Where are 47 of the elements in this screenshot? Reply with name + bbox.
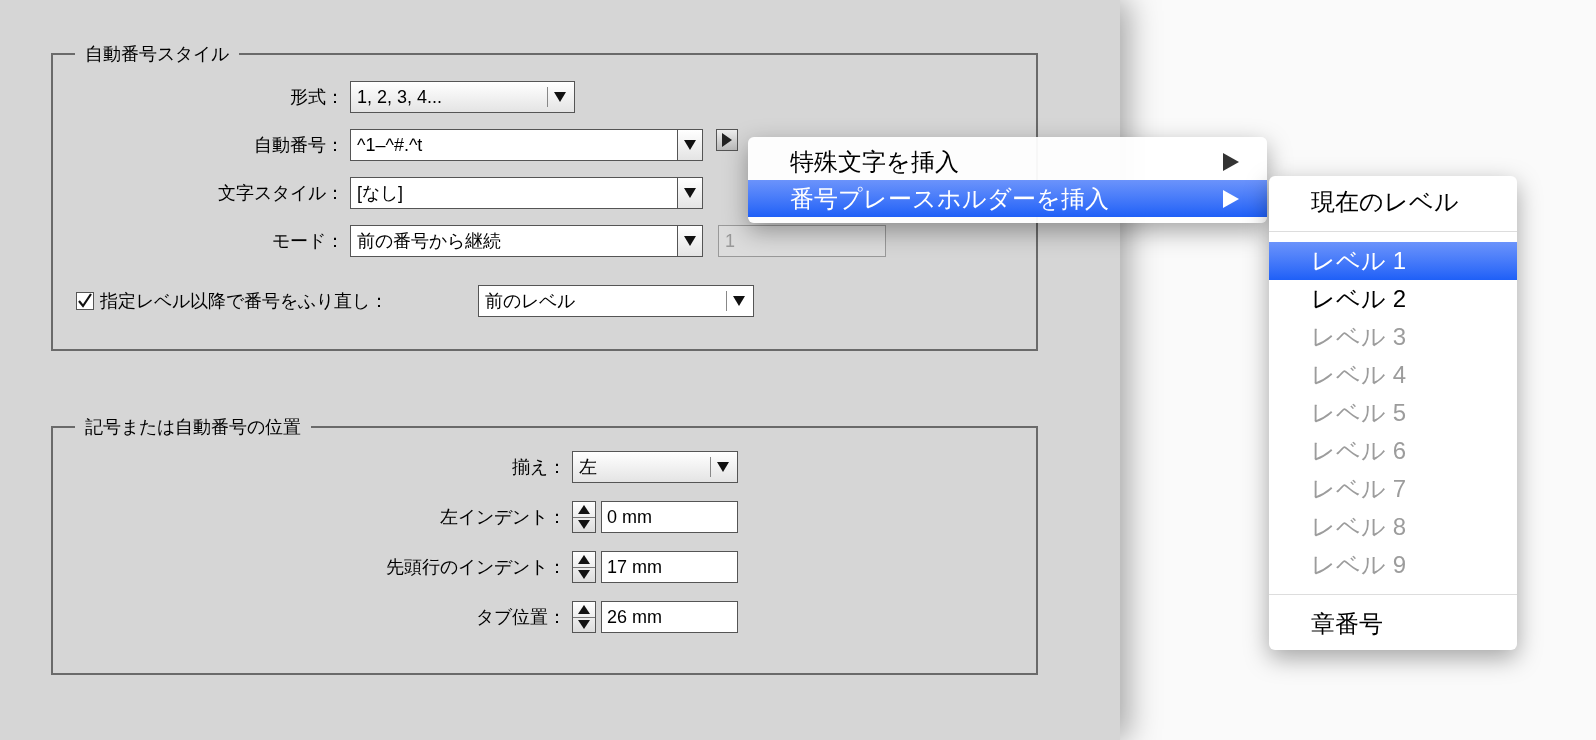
checkbox[interactable]: [76, 292, 94, 310]
group-title: 記号または自動番号の位置: [75, 415, 311, 439]
field-label: 揃え：: [511, 455, 567, 479]
field-label: モード：: [271, 229, 345, 253]
menu-item[interactable]: 現在のレベル: [1269, 183, 1517, 221]
menu-button[interactable]: [716, 129, 738, 151]
dropdown[interactable]: 左: [572, 451, 738, 483]
down-arrow-icon: [578, 570, 590, 580]
field-label: 文字スタイル：: [217, 181, 345, 205]
field-label: 先頭行のインデント：: [385, 555, 567, 579]
caret-icon: [554, 92, 566, 102]
down-arrow-icon: [578, 620, 590, 630]
input-field[interactable]: ^1–^#.^t: [350, 129, 678, 161]
caret-icon: [717, 462, 729, 472]
stepper[interactable]: [572, 601, 596, 633]
input-field[interactable]: 17 mm: [601, 551, 738, 583]
input-field[interactable]: 0 mm: [601, 501, 738, 533]
input-field[interactable]: [なし]: [350, 177, 678, 209]
group-title: 自動番号スタイル: [75, 42, 239, 66]
dropdown-button[interactable]: [678, 129, 703, 161]
caret-icon: [733, 296, 745, 306]
caret-icon: [684, 140, 696, 150]
play-icon: [722, 133, 732, 147]
caret-icon: [684, 188, 696, 198]
input-field[interactable]: 前の番号から継続: [350, 225, 678, 257]
menu-item[interactable]: 番号プレースホルダーを挿入: [748, 180, 1267, 217]
menu-item[interactable]: レベル 2: [1269, 280, 1517, 318]
down-arrow-icon: [578, 520, 590, 530]
dropdown-button[interactable]: [678, 177, 703, 209]
stepper[interactable]: [572, 501, 596, 533]
up-arrow-icon: [578, 504, 590, 514]
field-label: 形式：: [289, 85, 345, 109]
menu-item[interactable]: 章番号: [1269, 605, 1517, 643]
field-label: タブ位置：: [475, 605, 567, 629]
dropdown[interactable]: 前のレベル: [478, 285, 754, 317]
field-label: 左インデント：: [439, 505, 567, 529]
dropdown[interactable]: 1, 2, 3, 4...: [350, 81, 575, 113]
checkbox-label: 指定レベル以降で番号をふり直し：: [100, 289, 389, 313]
menu-item[interactable]: レベル 1: [1269, 242, 1517, 280]
up-arrow-icon: [578, 604, 590, 614]
caret-icon: [684, 236, 696, 246]
field-label: 自動番号：: [253, 133, 345, 157]
up-arrow-icon: [578, 554, 590, 564]
dropdown-button[interactable]: [678, 225, 703, 257]
menu-item[interactable]: 特殊文字を挿入: [748, 143, 1267, 180]
stepper[interactable]: [572, 551, 596, 583]
input-field[interactable]: 26 mm: [601, 601, 738, 633]
